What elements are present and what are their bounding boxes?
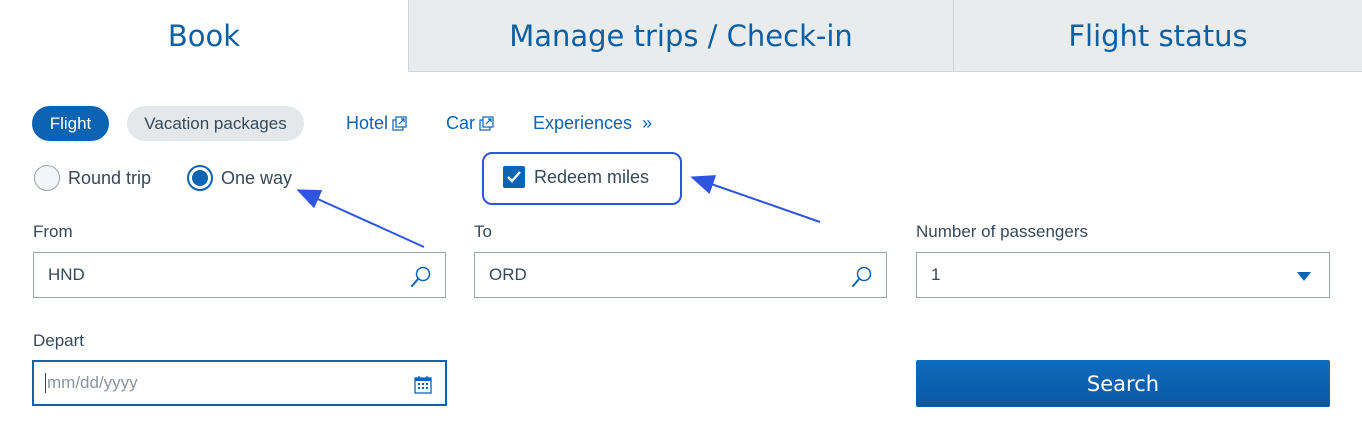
- annotation-arrow-redeem: [690, 175, 821, 223]
- annotation-arrow-one-way: [296, 189, 425, 248]
- annotation-arrows: [296, 175, 821, 248]
